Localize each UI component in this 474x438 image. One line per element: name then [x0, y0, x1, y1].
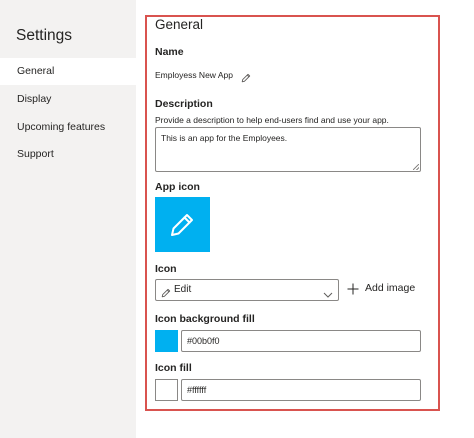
general-settings-panel: General Name Employess New App Descripti… — [145, 15, 440, 411]
icon-background-fill-input[interactable]: #00b0f0 — [181, 330, 421, 352]
icon-background-fill-value: #00b0f0 — [187, 336, 220, 346]
sidebar-title: Settings — [16, 27, 73, 44]
description-textarea[interactable]: This is an app for the Employees. — [155, 127, 421, 172]
app-icon-label: App icon — [155, 181, 200, 193]
icon-background-fill-label: Icon background fill — [155, 313, 255, 325]
pencil-icon — [161, 285, 171, 298]
sidebar-item-upcoming-features[interactable]: Upcoming features — [0, 114, 136, 141]
icon-select[interactable]: Edit — [155, 279, 339, 301]
icon-background-swatch[interactable] — [155, 330, 178, 352]
icon-fill-swatch[interactable] — [155, 379, 178, 401]
sidebar-item-label: Upcoming features — [17, 121, 106, 133]
pencil-icon[interactable] — [241, 70, 251, 83]
add-image-button[interactable]: Add image — [347, 282, 416, 295]
resize-grip-icon[interactable] — [413, 164, 419, 170]
sidebar-item-display[interactable]: Display — [0, 86, 136, 113]
add-image-label: Add image — [365, 282, 416, 294]
icon-fill-input[interactable]: #ffffff — [181, 379, 421, 401]
app-name-row: Employess New App — [155, 70, 251, 83]
sidebar-item-label: General — [17, 65, 55, 77]
section-title: General — [155, 17, 204, 32]
app-name-value: Employess New App — [155, 70, 233, 80]
chevron-down-icon — [323, 286, 333, 298]
sidebar-item-general[interactable]: General — [0, 58, 136, 85]
name-label: Name — [155, 46, 184, 58]
app-icon-background — [155, 197, 210, 252]
icon-label: Icon — [155, 263, 177, 275]
icon-fill-value: #ffffff — [187, 385, 207, 395]
description-help-text: Provide a description to help end-users … — [155, 115, 389, 125]
plus-icon — [347, 282, 359, 295]
description-label: Description — [155, 98, 213, 110]
settings-sidebar: Settings General Display Upcoming featur… — [0, 0, 136, 438]
sidebar-item-label: Support — [17, 148, 54, 160]
sidebar-item-support[interactable]: Support — [0, 141, 136, 168]
icon-select-value: Edit — [174, 284, 192, 295]
sidebar-item-label: Display — [17, 93, 52, 105]
icon-fill-label: Icon fill — [155, 362, 192, 374]
app-icon-preview — [155, 197, 210, 252]
description-value: This is an app for the Employees. — [161, 133, 288, 143]
